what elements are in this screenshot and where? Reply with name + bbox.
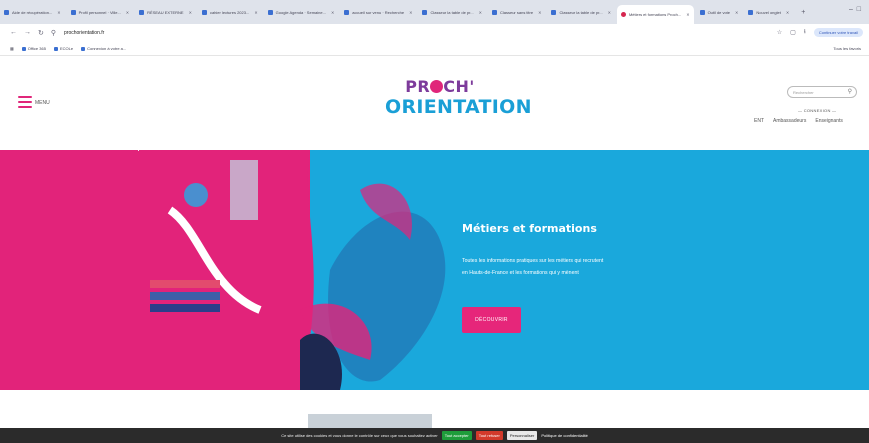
favicon-icon bbox=[748, 9, 754, 15]
cookie-banner: Ce site utilise des cookies et vous donn… bbox=[0, 428, 869, 443]
browser-tab[interactable]: Classeur sans titre ✕ bbox=[488, 4, 545, 20]
close-icon[interactable]: ✕ bbox=[57, 10, 60, 15]
privacy-policy-link[interactable]: Politique de confidentialité bbox=[541, 433, 587, 438]
close-icon[interactable]: ✕ bbox=[409, 10, 412, 15]
browser-tab[interactable]: Classeur la table de pr... ✕ bbox=[418, 4, 486, 20]
refuse-all-button[interactable]: Tout refuser bbox=[475, 431, 503, 440]
menu-icon[interactable] bbox=[18, 96, 32, 108]
ent-link[interactable]: ENT bbox=[754, 118, 764, 124]
bookmark-item[interactable]: Office 365 bbox=[21, 46, 46, 51]
browser-tab-active[interactable]: Métiers et formations Proch... ✕ bbox=[616, 5, 694, 24]
connexion-link[interactable]: — CONNEXION — bbox=[798, 108, 836, 113]
favicon-icon bbox=[267, 9, 273, 15]
close-icon[interactable]: ✕ bbox=[786, 10, 789, 15]
favicon-icon bbox=[344, 9, 350, 15]
hero-title: Métiers et formations bbox=[462, 222, 597, 235]
search-input[interactable]: Rechercher ⚲ bbox=[787, 86, 857, 98]
bookmark-item[interactable]: ECOLe bbox=[53, 46, 73, 51]
address-bar[interactable]: prochorientation.fr bbox=[64, 30, 104, 36]
close-icon[interactable]: ✕ bbox=[538, 10, 541, 15]
bookmarks-bar: ▦ Office 365 ECOLe Connexion à votre a..… bbox=[0, 42, 869, 56]
favicon-icon bbox=[491, 9, 497, 15]
close-icon[interactable]: ✕ bbox=[254, 10, 257, 15]
browser-tab[interactable]: RÉSEAU EXTERNE ✕ bbox=[135, 4, 196, 20]
user-links: ENT Ambassadeurs Enseignants bbox=[754, 118, 843, 124]
hero-description: Toutes les informations pratiques sur le… bbox=[462, 258, 604, 276]
profile-button[interactable]: Continuer votre travail bbox=[813, 27, 863, 37]
browser-tab[interactable]: Nouvel onglet ✕ bbox=[744, 4, 793, 20]
site-logo[interactable]: PR CH' ORIENTATION bbox=[385, 78, 532, 119]
hero-illustration bbox=[0, 150, 446, 390]
favicon-icon bbox=[4, 9, 9, 15]
enseignants-link[interactable]: Enseignants bbox=[815, 118, 843, 124]
close-icon[interactable]: ✕ bbox=[686, 12, 689, 17]
download-icon[interactable]: ⭳ bbox=[804, 27, 806, 37]
close-icon[interactable]: ✕ bbox=[735, 10, 738, 15]
menu-label[interactable]: MENU bbox=[35, 100, 50, 106]
accept-all-button[interactable]: Tout accepter bbox=[441, 431, 472, 440]
ambassadeurs-link[interactable]: Ambassadeurs bbox=[773, 118, 806, 124]
favicon-icon bbox=[70, 9, 76, 15]
close-icon[interactable]: ✕ bbox=[608, 10, 611, 15]
favicon-icon bbox=[201, 9, 207, 15]
bookmark-item[interactable]: Connexion à votre a... bbox=[81, 46, 126, 51]
close-icon[interactable]: ✕ bbox=[126, 10, 129, 15]
customize-button[interactable]: Personnaliser bbox=[506, 431, 538, 440]
forward-icon[interactable]: → bbox=[24, 29, 31, 37]
cookie-text: Ce site utilise des cookies et vous donn… bbox=[281, 433, 438, 438]
discover-button[interactable]: DÉCOUVRIR bbox=[462, 307, 521, 333]
back-icon[interactable]: ← bbox=[10, 29, 17, 37]
bookmark-icon bbox=[21, 46, 26, 51]
browser-tab[interactable]: Google Agenda · Semaine... ✕ bbox=[264, 4, 339, 20]
star-icon[interactable]: ☆ bbox=[777, 29, 782, 36]
browser-tab-bar: Aide de récupération... ✕ Profil personne… bbox=[0, 0, 869, 24]
window-controls-icon[interactable]: – □ bbox=[849, 6, 861, 13]
apps-icon[interactable]: ▦ bbox=[10, 46, 14, 51]
new-tab-icon[interactable]: + bbox=[795, 9, 811, 16]
hero-banner bbox=[0, 150, 869, 390]
browser-tab[interactable]: Outil de vote ✕ bbox=[696, 4, 743, 20]
search-icon[interactable]: ⚲ bbox=[848, 88, 852, 95]
close-icon[interactable]: ✕ bbox=[479, 10, 482, 15]
bookmark-icon bbox=[53, 46, 58, 51]
reload-icon[interactable]: ↻ bbox=[38, 29, 44, 37]
browser-tab[interactable]: cahier lectures 2023... ✕ bbox=[198, 4, 262, 20]
toolbar-right: ☆ ▢ ⭳ Continuer votre travail bbox=[777, 27, 863, 37]
site-info-icon[interactable]: ⚲ bbox=[51, 29, 56, 37]
favicon-icon bbox=[551, 9, 557, 15]
extensions-icon[interactable]: ▢ bbox=[790, 29, 796, 36]
browser-tab[interactable]: accueil sur venu · Recherche ✕ bbox=[340, 4, 416, 20]
next-section-image bbox=[308, 414, 432, 428]
bookmark-icon bbox=[81, 46, 86, 51]
all-bookmarks[interactable]: Tous les favoris bbox=[833, 46, 861, 51]
browser-tab[interactable]: Classeur la table de pr... ✕ bbox=[547, 4, 615, 20]
browser-toolbar: ← → ↻ ⚲ prochorientation.fr ☆ ▢ ⭳ Contin… bbox=[0, 24, 869, 42]
browser-tab[interactable]: Aide de récupération... ✕ bbox=[0, 4, 65, 20]
browser-tab[interactable]: Profil personnel · Ville... ✕ bbox=[67, 4, 134, 20]
favicon-icon bbox=[620, 12, 626, 17]
close-icon[interactable]: ✕ bbox=[189, 10, 192, 15]
close-icon[interactable]: ✕ bbox=[331, 10, 334, 15]
favicon-icon bbox=[422, 9, 428, 15]
logo-o-icon bbox=[430, 80, 444, 93]
favicon-icon bbox=[139, 9, 145, 15]
favicon-icon bbox=[699, 9, 705, 15]
nav-buttons: ← → ↻ ⚲ bbox=[0, 29, 56, 37]
